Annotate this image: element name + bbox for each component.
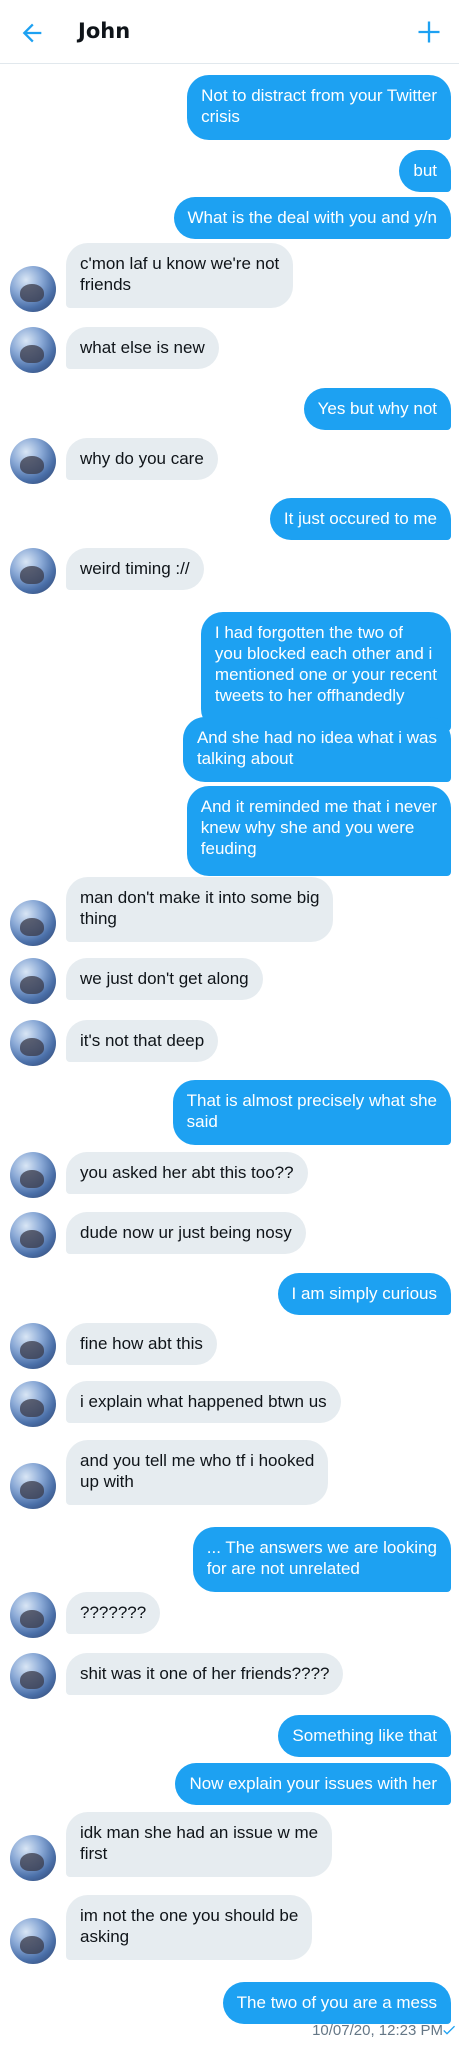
- conversation-header: John: [0, 0, 459, 64]
- received-message: what else is new: [0, 327, 459, 373]
- received-message: im not the one you should be asking: [0, 1895, 459, 1964]
- received-message: it's not that deep: [0, 1020, 459, 1066]
- received-message: we just don't get along: [0, 958, 459, 1004]
- message-bubble[interactable]: ???????: [66, 1592, 161, 1634]
- message-bubble[interactable]: shit was it one of her friends????: [66, 1653, 344, 1695]
- received-message: man don't make it into some big thing: [0, 877, 459, 946]
- sent-message: Something like that: [0, 1715, 459, 1757]
- message-bubble[interactable]: it's not that deep: [66, 1020, 219, 1062]
- message-bubble[interactable]: but: [399, 150, 451, 192]
- message-bubble[interactable]: what else is new: [66, 327, 219, 369]
- john-avatar[interactable]: [10, 438, 56, 484]
- received-message: idk man she had an issue w me first: [0, 1812, 459, 1881]
- john-avatar[interactable]: [10, 1835, 56, 1881]
- sent-message: And it reminded me that i never knew why …: [0, 786, 459, 876]
- john-avatar[interactable]: [10, 1592, 56, 1638]
- message-bubble[interactable]: And she had no idea what i was talking ab…: [182, 717, 451, 782]
- message-bubble[interactable]: What is the deal with you and y/n: [173, 197, 451, 239]
- received-message: fine how abt this: [0, 1323, 459, 1369]
- received-message: weird timing ://: [0, 548, 459, 594]
- john-avatar[interactable]: [10, 1918, 56, 1964]
- message-bubble[interactable]: fine how abt this: [66, 1323, 217, 1365]
- john-avatar[interactable]: [10, 1212, 56, 1258]
- john-avatar[interactable]: [10, 1381, 56, 1427]
- sent-message: The two of you are a mess: [0, 1982, 459, 2024]
- message-bubble[interactable]: why do you care: [66, 438, 218, 480]
- john-avatar[interactable]: [10, 1152, 56, 1198]
- message-bubble[interactable]: That is almost precisely what she said: [172, 1080, 451, 1145]
- message-bubble[interactable]: Yes but why not: [303, 388, 451, 430]
- message-bubble[interactable]: we just don't get along: [66, 958, 263, 1000]
- back-arrow-icon[interactable]: [18, 19, 46, 47]
- sent-message: but: [0, 150, 459, 192]
- sent-message: It just occured to me: [0, 498, 459, 540]
- conversation-title[interactable]: John: [78, 19, 130, 43]
- received-message: dude now ur just being nosy: [0, 1212, 459, 1258]
- message-bubble[interactable]: dude now ur just being nosy: [66, 1212, 306, 1254]
- john-avatar[interactable]: [10, 1463, 56, 1509]
- message-bubble[interactable]: And it reminded me that i never knew why …: [186, 786, 451, 876]
- message-bubble[interactable]: ... The answers we are looking for are no…: [192, 1527, 451, 1592]
- received-message: c'mon laf u know we're not friends: [0, 243, 459, 312]
- john-avatar[interactable]: [10, 1323, 56, 1369]
- received-message: and you tell me who tf i hooked up with: [0, 1440, 459, 1509]
- message-bubble[interactable]: i explain what happened btwn us: [66, 1381, 341, 1423]
- sent-message: Yes but why not: [0, 388, 459, 430]
- john-avatar[interactable]: [10, 1653, 56, 1699]
- received-message: i explain what happened btwn us: [0, 1381, 459, 1427]
- sent-message: That is almost precisely what she said: [0, 1080, 459, 1145]
- checkmark-icon: [443, 2025, 455, 2035]
- message-bubble[interactable]: I had forgotten the two of you blocked ea…: [200, 612, 451, 731]
- message-bubble[interactable]: weird timing ://: [66, 548, 204, 590]
- message-bubble[interactable]: Now explain your issues with her: [175, 1763, 451, 1805]
- sent-message: I had forgotten the two of you blocked ea…: [0, 612, 459, 731]
- plus-icon[interactable]: [415, 18, 443, 46]
- john-avatar[interactable]: [10, 266, 56, 312]
- sent-message: And she had no idea what i was talking ab…: [0, 717, 459, 782]
- john-avatar[interactable]: [10, 548, 56, 594]
- message-bubble[interactable]: I am simply curious: [277, 1273, 451, 1315]
- john-avatar[interactable]: [10, 327, 56, 373]
- message-bubble[interactable]: It just occured to me: [269, 498, 451, 540]
- received-message: you asked her abt this too??: [0, 1152, 459, 1198]
- message-bubble[interactable]: im not the one you should be asking: [66, 1895, 313, 1960]
- message-bubble[interactable]: idk man she had an issue w me first: [66, 1812, 333, 1877]
- received-message: shit was it one of her friends????: [0, 1653, 459, 1699]
- message-timestamp: 10/07/20, 12:23 PM: [312, 2022, 443, 2039]
- message-bubble[interactable]: Not to distract from your Twitter crisis: [187, 75, 451, 140]
- sent-message: What is the deal with you and y/n: [0, 197, 459, 239]
- john-avatar[interactable]: [10, 958, 56, 1004]
- sent-message: ... The answers we are looking for are no…: [0, 1527, 459, 1592]
- message-bubble[interactable]: Something like that: [278, 1715, 451, 1757]
- john-avatar[interactable]: [10, 1020, 56, 1066]
- message-bubble[interactable]: The two of you are a mess: [222, 1982, 451, 2024]
- received-message: why do you care: [0, 438, 459, 484]
- sent-message: Now explain your issues with her: [0, 1763, 459, 1805]
- message-bubble[interactable]: you asked her abt this too??: [66, 1152, 308, 1194]
- sent-message: Not to distract from your Twitter crisis: [0, 75, 459, 140]
- message-bubble[interactable]: man don't make it into some big thing: [66, 877, 334, 942]
- sent-message: I am simply curious: [0, 1273, 459, 1315]
- john-avatar[interactable]: [10, 900, 56, 946]
- message-bubble[interactable]: c'mon laf u know we're not friends: [66, 243, 294, 308]
- received-message: ???????: [0, 1592, 459, 1638]
- message-bubble[interactable]: and you tell me who tf i hooked up with: [66, 1440, 329, 1505]
